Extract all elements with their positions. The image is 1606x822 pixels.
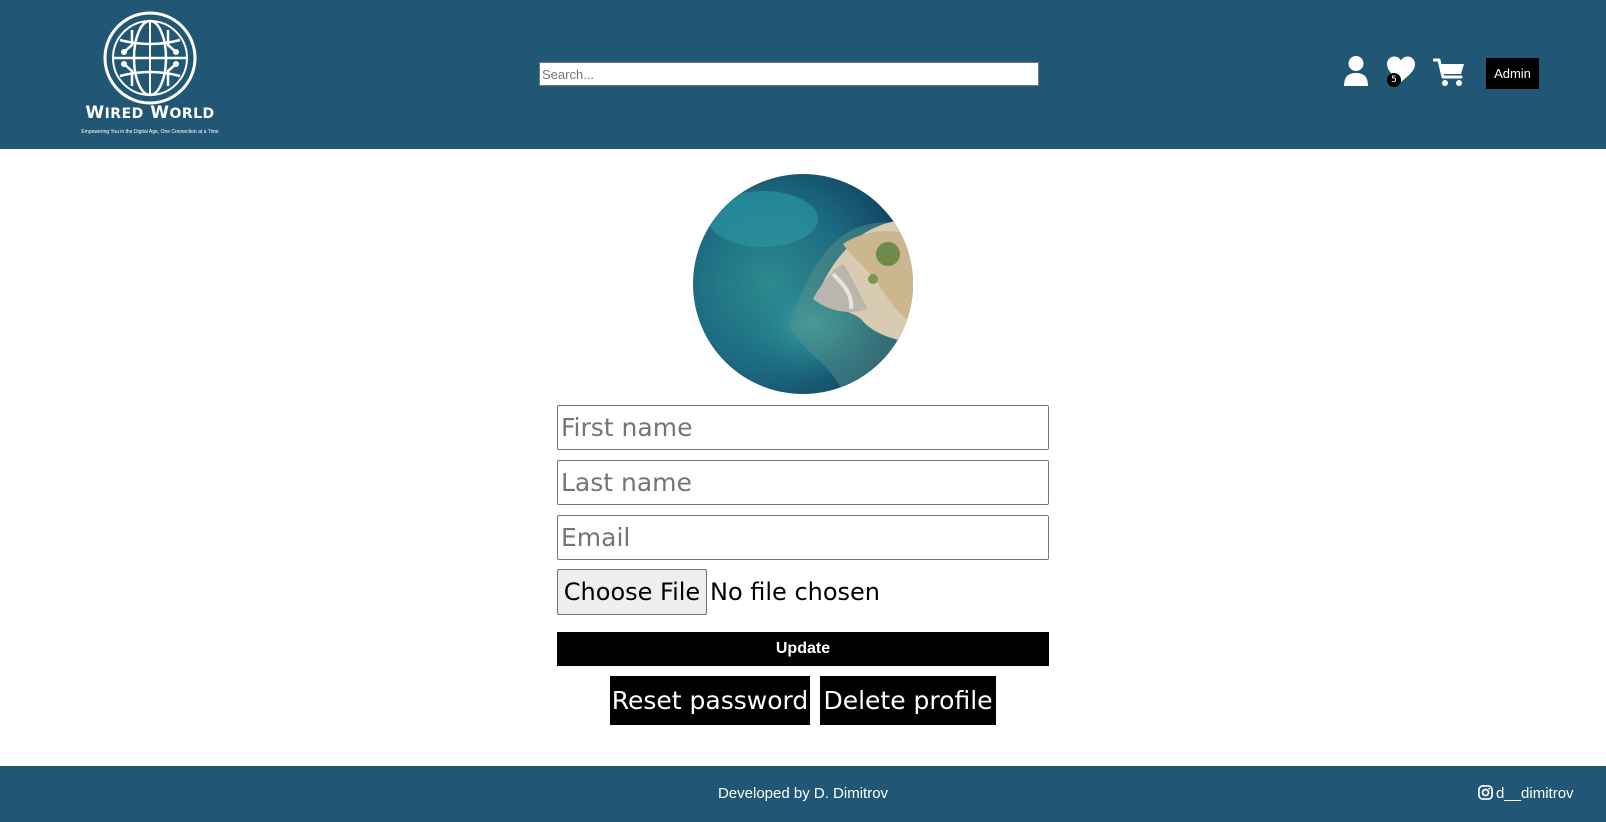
logo-word-ired: IRED: [104, 106, 144, 122]
logo-letter-w1: W: [85, 103, 105, 123]
last-name-field[interactable]: [557, 460, 1049, 505]
site-logo[interactable]: WIRED WORLD Empowering You in the Digita…: [60, 10, 240, 138]
logo-word-orld: ORLD: [169, 106, 215, 122]
instagram-icon: [1478, 785, 1493, 800]
user-icon: [1344, 56, 1368, 86]
footer-credit: Developed by D. Dimitrov: [717, 785, 889, 802]
instagram-link[interactable]: d__dimitrov: [1478, 785, 1574, 803]
search-input[interactable]: [539, 62, 1039, 86]
update-button[interactable]: Update: [557, 632, 1049, 666]
wishlist-count-badge: 5: [1387, 73, 1401, 87]
globe-logo-icon: [103, 11, 197, 105]
instagram-handle: d__dimitrov: [1496, 785, 1574, 802]
cart-link[interactable]: [1432, 57, 1466, 92]
site-header: WIRED WORLD Empowering You in the Digita…: [0, 0, 1606, 149]
file-status-text: No file chosen: [710, 578, 881, 606]
first-name-field[interactable]: [557, 405, 1049, 450]
profile-link[interactable]: [1343, 55, 1369, 92]
reset-password-button[interactable]: Reset password: [610, 676, 810, 725]
avatar-photo: [693, 174, 913, 394]
admin-button[interactable]: Admin: [1486, 58, 1539, 89]
profile-avatar: [693, 174, 913, 394]
logo-wordmark: WIRED WORLD: [60, 103, 240, 123]
logo-tagline: Empowering You in the Digital Age, One C…: [81, 129, 219, 135]
logo-letter-w2: W: [150, 103, 170, 123]
choose-file-button[interactable]: Choose File: [557, 569, 707, 615]
email-field[interactable]: [557, 515, 1049, 560]
cart-icon: [1432, 58, 1464, 86]
delete-profile-button[interactable]: Delete profile: [820, 676, 996, 725]
site-footer: Developed by D. Dimitrov d__dimitrov: [0, 766, 1606, 822]
